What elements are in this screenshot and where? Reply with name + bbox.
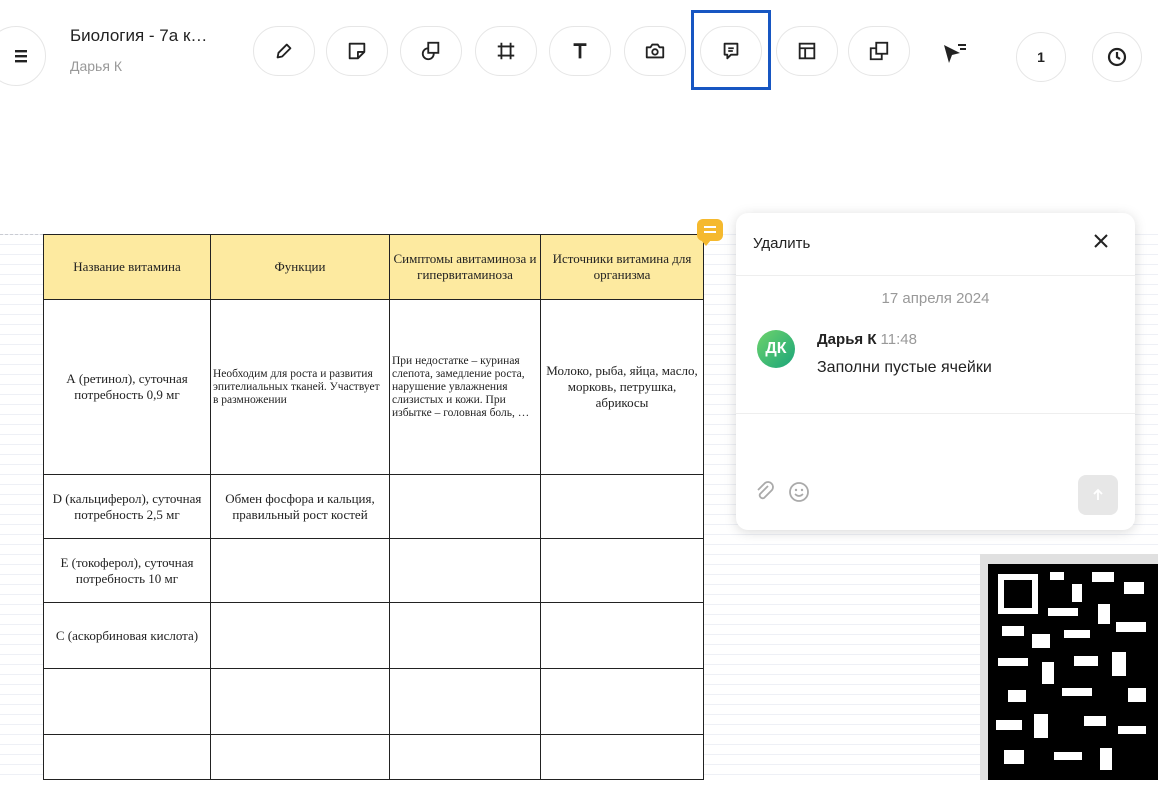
pointer-button[interactable] (940, 40, 968, 73)
close-icon (1094, 234, 1108, 248)
table-cell[interactable] (540, 602, 704, 669)
table-cell: D (кальциферол), суточная потребность 2,… (43, 474, 211, 539)
paperclip-icon (757, 481, 774, 500)
board-title[interactable]: Биология - 7а к… (70, 26, 207, 46)
table-cell[interactable] (210, 538, 390, 603)
pointer-icon (944, 44, 966, 63)
table-cell[interactable] (389, 734, 541, 780)
history-icon (1107, 47, 1127, 67)
table-row: D (кальциферол), суточная потребность 2,… (43, 474, 704, 539)
table-cell: При недостатке – куриная слепота, замедл… (389, 299, 541, 475)
duplicate-icon (869, 41, 889, 61)
duplicate-tool-button[interactable] (848, 26, 910, 76)
table-cell[interactable] (210, 668, 390, 735)
table-row: E (токоферол), суточная потребность 10 м… (43, 538, 704, 603)
arrow-up-icon (1093, 488, 1103, 500)
text-icon (573, 43, 587, 59)
shapes-icon (421, 41, 440, 61)
table-cell[interactable] (540, 538, 704, 603)
table-cell[interactable] (540, 734, 704, 780)
qr-code (980, 554, 1158, 780)
selection-highlight (691, 10, 771, 90)
qr-pattern (988, 564, 1158, 780)
board-owner: Дарья К (70, 58, 122, 74)
table-cell[interactable] (43, 734, 211, 780)
emoji-button[interactable] (788, 481, 810, 508)
pencil-tool-button[interactable] (253, 26, 315, 76)
table-row: С (аскорбиновая кислота) (43, 602, 704, 669)
table-cell: Обмен фосфора и кальция, правильный рост… (210, 474, 390, 539)
avatar: ДК (757, 330, 795, 368)
frame-tool-button[interactable] (475, 26, 537, 76)
table-cell[interactable] (389, 602, 541, 669)
table-cell: А (ретинол), суточная потребность 0,9 мг (43, 299, 211, 475)
comment-date: 17 апреля 2024 (881, 290, 990, 307)
sticky-note-button[interactable] (326, 26, 388, 76)
send-button[interactable] (1078, 475, 1118, 515)
table-cell[interactable] (210, 734, 390, 780)
history-button[interactable] (1092, 32, 1142, 82)
table-header-cell: Симптомы авитаминоза и гипервитаминоза (389, 234, 541, 300)
comment-marker-icon[interactable] (697, 219, 723, 246)
table-cell[interactable] (43, 668, 211, 735)
table-tool-button[interactable] (776, 26, 838, 76)
table-icon (798, 42, 816, 60)
emoji-icon (789, 482, 809, 502)
delete-button[interactable]: Удалить (753, 235, 810, 252)
table-cell[interactable] (210, 602, 390, 669)
comment-message: Заполни пустые ячейки (817, 359, 992, 376)
table-cell[interactable] (389, 538, 541, 603)
table-row: А (ретинол), суточная потребность 0,9 мг… (43, 299, 704, 475)
shapes-tool-button[interactable] (400, 26, 462, 76)
table-header-row: Название витамина Функции Симптомы авита… (43, 234, 704, 300)
table-row (43, 668, 704, 735)
table-cell[interactable] (389, 668, 541, 735)
frame-icon (497, 42, 515, 60)
author-name: Дарья К (817, 331, 877, 348)
table-cell: С (аскорбиновая кислота) (43, 602, 211, 669)
comment-panel: Удалить 17 апреля 2024 ДК Дарья К 11:48 З… (736, 213, 1135, 530)
table-row (43, 734, 704, 780)
text-tool-button[interactable] (549, 26, 611, 76)
table-cell: Молоко, рыба, яйца, масло, морковь, петр… (540, 299, 704, 475)
table-header-cell: Источники витамина для организма (540, 234, 704, 300)
vitamin-table[interactable]: Название витамина Функции Симптомы авита… (43, 234, 704, 780)
table-header-cell: Название витамина (43, 234, 211, 300)
comment-time: 11:48 (880, 331, 917, 348)
table-cell[interactable] (540, 474, 704, 539)
camera-icon (645, 43, 665, 59)
table-cell: E (токоферол), суточная потребность 10 м… (43, 538, 211, 603)
attach-button[interactable] (754, 481, 776, 508)
camera-tool-button[interactable] (624, 26, 686, 76)
close-button[interactable] (1094, 231, 1108, 254)
table-cell[interactable] (389, 474, 541, 539)
divider (736, 413, 1135, 414)
table-header-cell: Функции (210, 234, 390, 300)
page-counter[interactable]: 1 (1016, 32, 1066, 82)
comment-author: Дарья К 11:48 (817, 331, 917, 348)
sticky-note-icon (348, 42, 366, 60)
divider (736, 275, 1135, 276)
menu-icon (15, 50, 27, 63)
table-cell[interactable] (540, 668, 704, 735)
table-cell: Необходим для роста и развития эпителиал… (210, 299, 390, 475)
pencil-icon (276, 43, 292, 59)
